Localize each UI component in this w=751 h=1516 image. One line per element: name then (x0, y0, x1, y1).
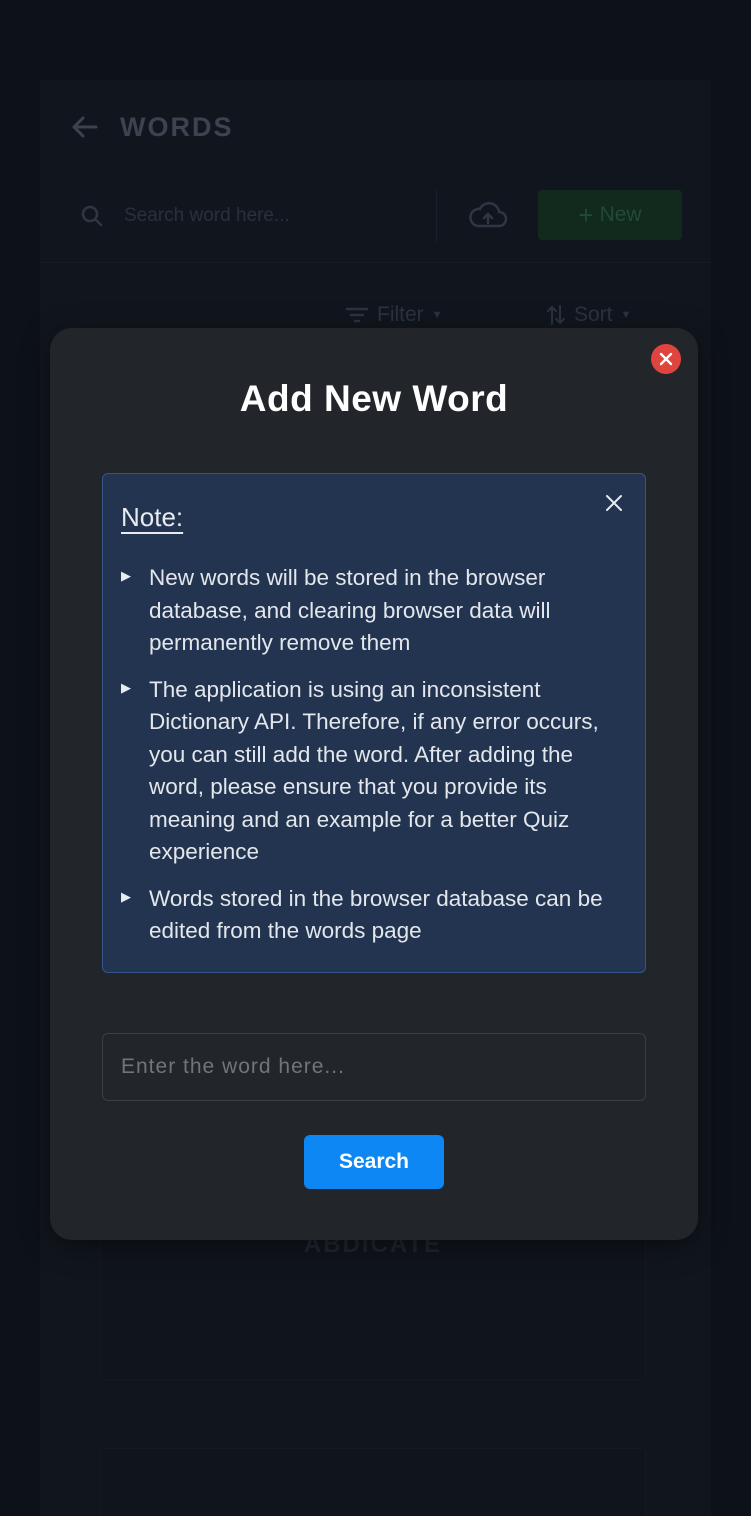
word-input[interactable] (102, 1033, 646, 1101)
sort-icon (547, 305, 565, 325)
new-word-button[interactable]: + New (538, 190, 682, 240)
triangle-right-icon: ▶ (121, 679, 131, 695)
add-word-modal: Add New Word Note: ▶ New words will be s… (50, 328, 698, 1240)
note-close-button[interactable] (599, 488, 629, 518)
plus-icon: + (578, 200, 594, 230)
page-header: WORDS (70, 108, 234, 146)
note-heading: Note: (121, 502, 184, 532)
word-search-bar[interactable]: Search word here... (72, 190, 437, 242)
cloud-upload-icon[interactable] (468, 200, 508, 232)
filter-icon (345, 307, 369, 323)
triangle-right-icon: ▶ (121, 568, 131, 583)
search-input[interactable]: Search word here... (124, 205, 290, 227)
page-title: WORDS (120, 111, 234, 142)
header-divider (40, 262, 711, 263)
close-icon (606, 495, 622, 511)
triangle-right-icon: ▶ (121, 888, 131, 904)
new-button-label: New (599, 203, 642, 226)
close-circle-icon (659, 352, 673, 366)
caret-down-icon: ▼ (431, 309, 443, 321)
note-item-text: The application is using an inconsistent… (149, 676, 599, 865)
note-list: ▶ New words will be stored in the browse… (121, 562, 621, 962)
caret-down-icon: ▼ (620, 309, 632, 321)
note-list-item: ▶ The application is using an inconsiste… (121, 674, 621, 869)
note-item-text: New words will be stored in the browser … (149, 565, 551, 655)
search-button[interactable]: Search (304, 1135, 444, 1189)
modal-close-button[interactable] (651, 344, 681, 374)
search-icon (81, 205, 103, 227)
note-alert: Note: ▶ New words will be stored in the … (102, 473, 646, 973)
filter-label: Filter (377, 303, 424, 326)
note-item-text: Words stored in the browser database can… (149, 885, 603, 944)
modal-title: Add New Word (239, 378, 509, 419)
filter-dropdown[interactable]: Filter ▼ (345, 303, 443, 327)
sort-dropdown[interactable]: Sort ▼ (546, 303, 631, 327)
arrow-left-icon[interactable] (70, 112, 100, 142)
note-list-item: ▶ Words stored in the browser database c… (121, 883, 621, 948)
word-card[interactable] (100, 1448, 646, 1516)
sort-label: Sort (574, 303, 613, 326)
note-list-item: ▶ New words will be stored in the browse… (121, 562, 621, 660)
